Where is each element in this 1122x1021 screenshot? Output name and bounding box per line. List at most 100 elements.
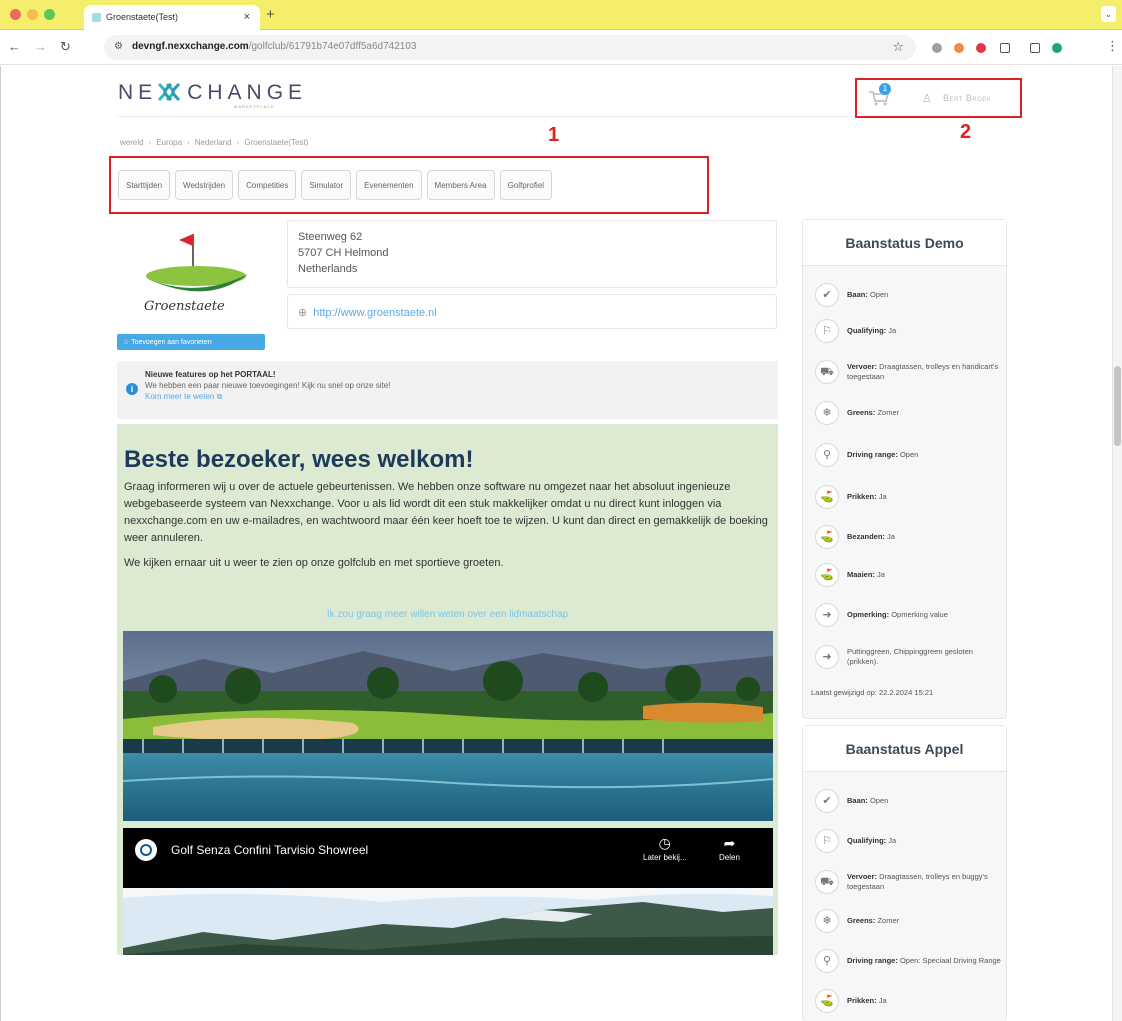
tab-golfprofiel[interactable]: Golfprofiel bbox=[499, 170, 553, 200]
nexxchange-logo[interactable]: NE CHANGE bbox=[118, 81, 307, 105]
video-title[interactable]: Golf Senza Confini Tarvisio Showreel bbox=[171, 843, 368, 857]
tab-simulator[interactable]: Simulator bbox=[301, 170, 352, 200]
snowflake-icon: ❄ bbox=[815, 909, 839, 933]
video-thumbnail bbox=[123, 888, 773, 955]
status-label: Vervoer: bbox=[847, 362, 878, 371]
status-label: Driving range: bbox=[847, 450, 898, 459]
side-panel-icon[interactable] bbox=[1030, 43, 1040, 53]
golfer-icon: ⛳ bbox=[815, 989, 839, 1013]
status-value: Zomer bbox=[877, 916, 900, 925]
channel-avatar-icon[interactable] bbox=[135, 839, 157, 861]
course-status-row: ⚲ Driving range: Open bbox=[803, 443, 1001, 467]
scrollbar-thumb[interactable] bbox=[1114, 366, 1121, 446]
reload-icon[interactable]: ↻ bbox=[60, 39, 71, 55]
status-value: Open: Speciaal Driving Range bbox=[899, 956, 1001, 965]
course-status-title: Baanstatus Demo bbox=[803, 220, 1006, 266]
share-label: Delen bbox=[719, 853, 740, 862]
club-address-card: Steenweg 62 5707 CH Helmond Netherlands bbox=[287, 220, 777, 288]
extension-icon[interactable] bbox=[932, 43, 942, 53]
golfer-icon: ⛳ bbox=[815, 525, 839, 549]
breadcrumb: wereld › Europa › Nederland › Groenstaete(Test… bbox=[120, 138, 309, 147]
tab-wedstrijden[interactable]: Wedstrijden bbox=[175, 170, 234, 200]
golfer-icon: ⛳ bbox=[815, 563, 839, 587]
window-zoom-dot[interactable] bbox=[44, 9, 55, 20]
status-label: Prikken: bbox=[847, 492, 877, 501]
extension-icon[interactable] bbox=[976, 43, 986, 53]
course-status-card-appel: Baanstatus Appel ✔ Baan: Open ⚐ Qualifying:… bbox=[802, 725, 1007, 1021]
status-label: Vervoer: bbox=[847, 872, 878, 881]
status-value: Zomer bbox=[877, 408, 900, 417]
tab-title: Groenstaete(Test) bbox=[106, 12, 179, 22]
club-website-card: ⊕ http://www.groenstaete.nl bbox=[287, 294, 777, 329]
status-value: Open bbox=[899, 450, 919, 459]
window-close-dot[interactable] bbox=[10, 9, 21, 20]
status-label: Baan: bbox=[847, 796, 868, 805]
status-value: Ja bbox=[877, 570, 885, 579]
status-label: Bezanden: bbox=[847, 532, 885, 541]
watch-later-label: Later bekij... bbox=[643, 853, 687, 862]
golf-course-image bbox=[123, 631, 773, 821]
clock-icon: ◷ bbox=[658, 835, 671, 851]
driving-range-icon: ⚲ bbox=[815, 443, 839, 467]
globe-icon: ⊕ bbox=[298, 307, 308, 319]
tab-evenementen[interactable]: Evenementen bbox=[356, 170, 422, 200]
url-field[interactable]: ⚙ devngf.nexxchange.com/golfclub/61791b7… bbox=[104, 35, 916, 60]
welcome-paragraph: Graag informeren wij u over de actuele g… bbox=[124, 481, 768, 544]
profile-avatar-icon[interactable] bbox=[1052, 43, 1062, 53]
club-website-link[interactable]: http://www.groenstaete.nl bbox=[313, 307, 437, 319]
window-minimize-dot[interactable] bbox=[27, 9, 38, 20]
status-value: Open bbox=[869, 290, 889, 299]
tab-favicon-icon bbox=[92, 13, 101, 22]
back-arrow-icon[interactable]: ← bbox=[8, 39, 21, 54]
course-status-row: ❄ Greens: Zomer bbox=[803, 909, 1001, 933]
club-nav-tabs: Starttijden Wedstrijden Competities Simu… bbox=[118, 170, 553, 200]
tab-competities[interactable]: Competities bbox=[238, 170, 297, 200]
course-status-row: ❄ Greens: Zomer bbox=[803, 401, 1001, 425]
annotation-number-1: 1 bbox=[548, 124, 560, 146]
logo-subtitle: MARKETPLACE bbox=[234, 104, 275, 109]
share-arrow-icon: ➦ bbox=[723, 835, 736, 851]
annotation-box-2 bbox=[855, 78, 1022, 118]
video-player[interactable]: Golf Senza Confini Tarvisio Showreel ◷ La… bbox=[123, 828, 773, 955]
scrollbar[interactable] bbox=[1112, 66, 1122, 1021]
info-icon: i bbox=[126, 383, 138, 395]
forward-arrow-icon[interactable]: → bbox=[34, 39, 47, 54]
course-status-row: ✔ Baan: Open bbox=[803, 789, 1001, 813]
breadcrumb-item[interactable]: Nederland bbox=[195, 138, 232, 147]
golf-cart-icon: ⛟ bbox=[815, 360, 839, 384]
tab-starttijden[interactable]: Starttijden bbox=[118, 170, 171, 200]
tab-close-icon[interactable]: × bbox=[244, 11, 250, 23]
star-icon[interactable]: ☆ bbox=[892, 39, 904, 55]
browser-menu-icon[interactable]: ⋮ bbox=[1106, 38, 1119, 54]
welcome-paragraph: We kijken ernaar uit u weer te zien op o… bbox=[124, 557, 504, 569]
status-value: Ja bbox=[888, 326, 897, 335]
status-label: Baan: bbox=[847, 290, 868, 299]
breadcrumb-item[interactable]: wereld bbox=[120, 138, 144, 147]
address-line: 5707 CH Helmond bbox=[298, 247, 389, 259]
browser-tab[interactable]: Groenstaete(Test) × bbox=[84, 5, 260, 30]
site-settings-icon[interactable]: ⚙ bbox=[114, 41, 123, 52]
address-line: Steenweg 62 bbox=[298, 231, 363, 243]
status-value: Ja bbox=[878, 996, 887, 1005]
favorites-label: Toevoegen aan favorieten bbox=[131, 339, 212, 346]
status-value: Ja bbox=[887, 532, 895, 541]
portal-notice: i Nieuwe features op het PORTAAL! We heb… bbox=[117, 361, 778, 419]
logo-text-left: NE bbox=[118, 81, 158, 104]
breadcrumb-item[interactable]: Europa bbox=[156, 138, 182, 147]
driving-range-icon: ⚲ bbox=[815, 949, 839, 973]
course-status-row: ⛳ Prikken: Ja bbox=[803, 989, 1001, 1013]
add-to-favorites-button[interactable]: ☆ Toevoegen aan favorieten bbox=[117, 334, 265, 350]
status-value: Ja bbox=[878, 492, 887, 501]
logo-double-x-icon bbox=[158, 82, 181, 102]
tab-members-area[interactable]: Members Area bbox=[426, 170, 495, 200]
watch-later-button[interactable]: ◷ Later bekij... bbox=[643, 835, 687, 862]
tab-search-icon[interactable]: ⌄ bbox=[1101, 6, 1116, 22]
share-button[interactable]: ➦ Delen bbox=[719, 835, 740, 862]
new-tab-icon[interactable]: + bbox=[266, 6, 275, 23]
notice-more-link[interactable]: Kom meer te weten ⧉ bbox=[145, 391, 778, 402]
extensions-puzzle-icon[interactable] bbox=[1000, 43, 1010, 53]
extension-icon[interactable] bbox=[954, 43, 964, 53]
checkmark-icon: ✔ bbox=[815, 283, 839, 307]
breadcrumb-item-current: Groenstaete(Test) bbox=[244, 138, 309, 147]
membership-link[interactable]: Ik zou graag meer willen weten over een … bbox=[117, 609, 778, 620]
